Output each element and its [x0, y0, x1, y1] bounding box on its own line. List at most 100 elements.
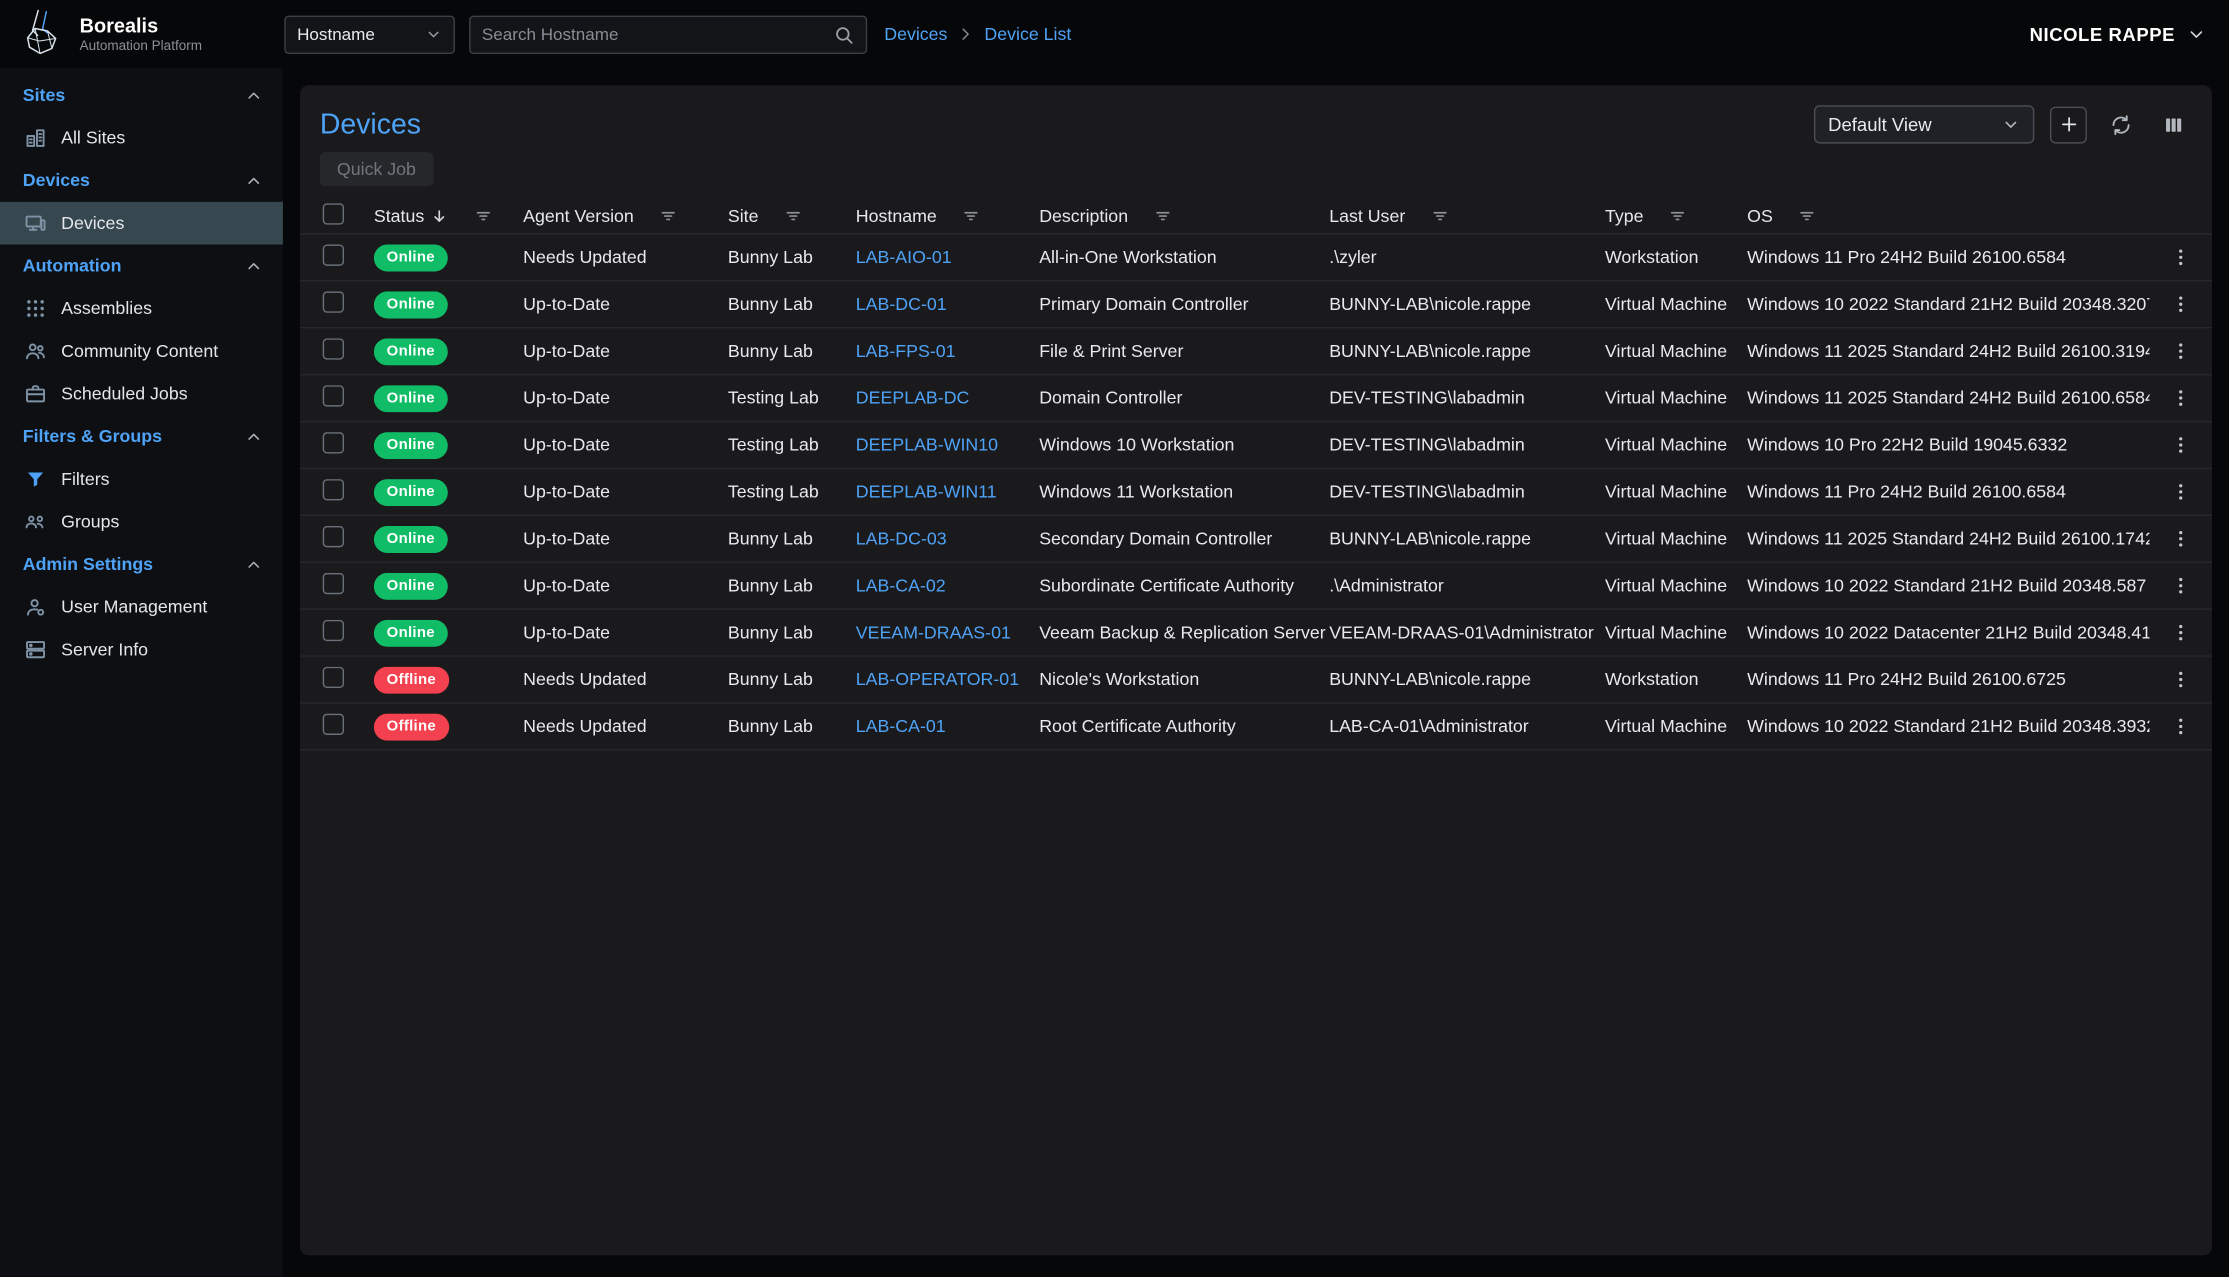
row-actions-kebab-icon[interactable] [2169, 387, 2192, 410]
breadcrumb-devices[interactable]: Devices [884, 24, 947, 44]
hostname-link[interactable]: LAB-OPERATOR-01 [856, 670, 1019, 690]
hostname-link[interactable]: LAB-DC-03 [856, 529, 947, 549]
site-cell: Testing Lab [728, 435, 856, 455]
sidebar-item-groups[interactable]: Groups [0, 500, 283, 543]
description-cell: File & Print Server [1039, 341, 1329, 361]
row-actions-kebab-icon[interactable] [2169, 668, 2192, 691]
sidebar-section-sites[interactable]: Sites [0, 74, 283, 117]
hostname-link[interactable]: VEEAM-DRAAS-01 [856, 623, 1011, 643]
row-actions-kebab-icon[interactable] [2169, 574, 2192, 597]
row-actions-kebab-icon[interactable] [2169, 621, 2192, 644]
filter-icon[interactable] [1668, 205, 1688, 225]
sidebar-item-devices[interactable]: Devices [0, 202, 283, 245]
table-row: Online Up-to-Date Bunny Lab LAB-FPS-01 F… [300, 328, 2212, 375]
sidebar-item-server-info[interactable]: Server Info [0, 628, 283, 671]
row-checkbox[interactable] [323, 385, 344, 406]
row-checkbox[interactable] [323, 620, 344, 641]
sidebar-item-community-content[interactable]: Community Content [0, 330, 283, 373]
agent-version-cell: Needs Updated [523, 670, 728, 690]
column-header-agent-version[interactable]: Agent Version [523, 205, 728, 225]
sidebar: Sites All Sites Devices [0, 68, 283, 1276]
chevron-up-icon [245, 427, 263, 445]
filter-icon[interactable] [961, 205, 981, 225]
row-actions-kebab-icon[interactable] [2169, 527, 2192, 550]
sidebar-item-filters[interactable]: Filters [0, 458, 283, 501]
refresh-button[interactable] [2103, 106, 2140, 143]
os-cell: Windows 10 2022 Standard 21H2 Build 2034… [1747, 716, 2149, 736]
row-checkbox[interactable] [323, 714, 344, 735]
column-header-description[interactable]: Description [1039, 205, 1329, 225]
columns-button[interactable] [2155, 106, 2192, 143]
chevron-down-icon [425, 26, 442, 43]
hostname-link[interactable]: LAB-CA-01 [856, 716, 946, 736]
row-checkbox[interactable] [323, 526, 344, 547]
filter-icon[interactable] [474, 205, 494, 225]
status-badge: Offline [374, 713, 449, 740]
status-badge: Online [374, 478, 448, 505]
sidebar-section-admin-settings[interactable]: Admin Settings [0, 543, 283, 586]
main-content: Devices Default View [283, 68, 2229, 1276]
sidebar-item-scheduled-jobs[interactable]: Scheduled Jobs [0, 372, 283, 415]
hostname-link[interactable]: DEEPLAB-WIN10 [856, 435, 998, 455]
sidebar-item-all-sites[interactable]: All Sites [0, 117, 283, 160]
sidebar-section-filters-groups[interactable]: Filters & Groups [0, 415, 283, 458]
filter-icon[interactable] [658, 205, 678, 225]
row-checkbox[interactable] [323, 667, 344, 688]
add-view-button[interactable] [2050, 106, 2087, 143]
search-icon[interactable] [833, 23, 854, 44]
filter-icon[interactable] [1152, 205, 1172, 225]
row-checkbox[interactable] [323, 432, 344, 453]
row-checkbox[interactable] [323, 573, 344, 594]
row-checkbox[interactable] [323, 338, 344, 359]
row-checkbox[interactable] [323, 291, 344, 312]
column-header-site[interactable]: Site [728, 205, 856, 225]
hostname-link[interactable]: DEEPLAB-WIN11 [856, 482, 997, 502]
column-header-os[interactable]: OS [1747, 205, 2149, 225]
row-actions-kebab-icon[interactable] [2169, 246, 2192, 269]
row-actions-kebab-icon[interactable] [2169, 340, 2192, 363]
row-checkbox[interactable] [323, 245, 344, 266]
sidebar-section-devices[interactable]: Devices [0, 159, 283, 202]
row-checkbox[interactable] [323, 479, 344, 500]
hostname-link[interactable]: LAB-AIO-01 [856, 247, 952, 267]
sidebar-item-user-management[interactable]: User Management [0, 586, 283, 629]
site-cell: Bunny Lab [728, 247, 856, 267]
app-subtitle: Automation Platform [80, 38, 202, 54]
hostname-link[interactable]: LAB-CA-02 [856, 576, 946, 596]
all-sites-icon [24, 127, 47, 150]
row-actions-kebab-icon[interactable] [2169, 481, 2192, 504]
column-header-type[interactable]: Type [1605, 205, 1747, 225]
quick-job-button[interactable]: Quick Job [320, 152, 433, 186]
app-logo-block[interactable]: Borealis Automation Platform [0, 6, 283, 63]
row-actions-kebab-icon[interactable] [2169, 715, 2192, 738]
site-cell: Bunny Lab [728, 716, 856, 736]
column-header-last-user[interactable]: Last User [1329, 205, 1605, 225]
sidebar-section-automation[interactable]: Automation [0, 245, 283, 288]
sort-desc-icon[interactable] [430, 205, 450, 225]
app-window: Borealis Automation Platform Hostname De… [0, 0, 2229, 1277]
hostname-link[interactable]: LAB-DC-01 [856, 294, 947, 314]
search-field-select[interactable]: Hostname [284, 15, 455, 53]
sidebar-item-assemblies[interactable]: Assemblies [0, 287, 283, 330]
breadcrumb-device-list[interactable]: Device List [984, 24, 1071, 44]
select-all-checkbox[interactable] [323, 203, 344, 224]
filter-icon[interactable] [783, 205, 803, 225]
filter-icon[interactable] [1429, 205, 1449, 225]
hostname-link[interactable]: LAB-FPS-01 [856, 341, 956, 361]
row-actions-kebab-icon[interactable] [2169, 293, 2192, 316]
search-input[interactable] [482, 24, 833, 44]
last-user-cell: .\Administrator [1329, 576, 1605, 596]
table-row: Online Up-to-Date Bunny Lab VEEAM-DRAAS-… [300, 610, 2212, 657]
row-actions-kebab-icon[interactable] [2169, 434, 2192, 457]
os-cell: Windows 10 2022 Standard 21H2 Build 2034… [1747, 576, 2149, 596]
column-header-status[interactable]: Status [374, 205, 523, 225]
filter-icon[interactable] [1797, 205, 1817, 225]
column-header-hostname[interactable]: Hostname [856, 205, 1039, 225]
table-row: Online Up-to-Date Testing Lab DEEPLAB-WI… [300, 469, 2212, 516]
table-row: Online Up-to-Date Testing Lab DEEPLAB-DC… [300, 375, 2212, 422]
view-select[interactable]: Default View [1814, 105, 2034, 143]
user-menu[interactable]: NICOLE RAPPE [2030, 23, 2229, 44]
chevron-up-icon [245, 555, 263, 573]
site-cell: Bunny Lab [728, 576, 856, 596]
hostname-link[interactable]: DEEPLAB-DC [856, 388, 970, 408]
